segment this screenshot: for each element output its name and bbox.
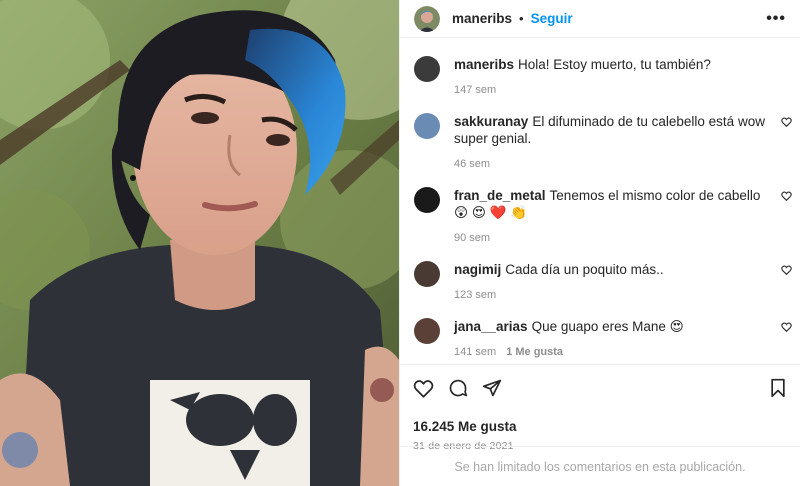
comment-text-line: fran_de_metal Tenemos el mismo color de c… <box>454 187 772 221</box>
follow-button[interactable]: Seguir <box>531 11 573 26</box>
comment-time[interactable]: 147 sem <box>454 84 496 96</box>
post-side-panel: maneribs • Seguir ••• maneribs Hola! Esto… <box>399 0 800 486</box>
comment-body: jana__arias Que guapo eres Mane 😍 141 sem 1… <box>454 318 786 358</box>
separator-dot: • <box>519 11 524 26</box>
instagram-post: maneribs • Seguir ••• maneribs Hola! Esto… <box>0 0 800 486</box>
likes-count[interactable]: 16.245 Me gusta <box>413 419 787 434</box>
comment-text-line: jana__arias Que guapo eres Mane 😍 <box>454 318 772 335</box>
comment-text-line: maneribs Hola! Estoy muerto, tu también? <box>454 56 772 73</box>
commenter-username[interactable]: maneribs <box>454 57 514 72</box>
comment-body: nagimij Cada día un poquito más.. 123 sem <box>454 261 786 301</box>
commenter-avatar[interactable] <box>414 318 440 344</box>
selfie-image <box>0 0 399 486</box>
commenter-username[interactable]: jana__arias <box>454 319 528 334</box>
commenter-avatar[interactable] <box>414 187 440 213</box>
comment-text: Cada día un poquito más.. <box>505 262 664 277</box>
comment-icon[interactable] <box>448 378 468 398</box>
post-header: maneribs • Seguir ••• <box>400 0 800 38</box>
heart-icon[interactable] <box>413 379 434 398</box>
action-icons <box>413 377 787 399</box>
comment-like-icon[interactable] <box>781 265 792 278</box>
comment-body: fran_de_metal Tenemos el mismo color de c… <box>454 187 786 244</box>
commenter-username[interactable]: nagimij <box>454 262 501 277</box>
comment-body: maneribs Hola! Estoy muerto, tu también? 1… <box>454 56 786 96</box>
more-options-icon[interactable]: ••• <box>766 10 786 28</box>
comment-item: maneribs Hola! Estoy muerto, tu también? 1… <box>414 56 786 96</box>
comment-text-line: nagimij Cada día un poquito más.. <box>454 261 772 278</box>
comment-item: sakkuranay El difuminado de tu calebello … <box>414 113 792 170</box>
author-username[interactable]: maneribs <box>452 11 512 26</box>
comment-meta: 147 sem <box>454 84 772 96</box>
comment-body: sakkuranay El difuminado de tu calebello … <box>454 113 786 170</box>
comment-item: jana__arias Que guapo eres Mane 😍 141 sem 1… <box>414 318 792 358</box>
commenter-username[interactable]: sakkuranay <box>454 114 528 129</box>
comment-item: nagimij Cada día un poquito más.. 123 sem <box>414 261 792 301</box>
comment-time[interactable]: 141 sem <box>454 346 496 358</box>
comment-likes[interactable]: 1 Me gusta <box>506 346 563 358</box>
post-photo[interactable] <box>0 0 399 486</box>
comment-text-line: sakkuranay El difuminado de tu calebello … <box>454 113 772 147</box>
comment-meta: 46 sem <box>454 158 772 170</box>
commenter-avatar[interactable] <box>414 56 440 82</box>
commenter-username[interactable]: fran_de_metal <box>454 188 546 203</box>
comment-item: fran_de_metal Tenemos el mismo color de c… <box>414 187 792 244</box>
commenter-avatar[interactable] <box>414 261 440 287</box>
author-avatar[interactable] <box>414 5 440 32</box>
comment-like-icon[interactable] <box>781 117 792 130</box>
commenter-avatar[interactable] <box>414 113 440 139</box>
comment-meta: 141 sem 1 Me gusta <box>454 346 772 358</box>
share-icon[interactable] <box>482 378 502 398</box>
comments-limited-notice: Se han limitado los comentarios en esta … <box>400 446 800 486</box>
comment-like-icon[interactable] <box>781 191 792 204</box>
comment-meta: 123 sem <box>454 289 772 301</box>
comments-list[interactable]: maneribs Hola! Estoy muerto, tu también? 1… <box>400 38 800 364</box>
comment-time[interactable]: 46 sem <box>454 158 490 170</box>
comment-time[interactable]: 90 sem <box>454 232 490 244</box>
bookmark-icon[interactable] <box>769 378 787 398</box>
comment-time[interactable]: 123 sem <box>454 289 496 301</box>
comment-meta: 90 sem <box>454 232 772 244</box>
comment-text: Hola! Estoy muerto, tu también? <box>518 57 711 72</box>
comment-like-icon[interactable] <box>781 322 792 335</box>
comment-text: Que guapo eres Mane 😍 <box>531 319 684 334</box>
